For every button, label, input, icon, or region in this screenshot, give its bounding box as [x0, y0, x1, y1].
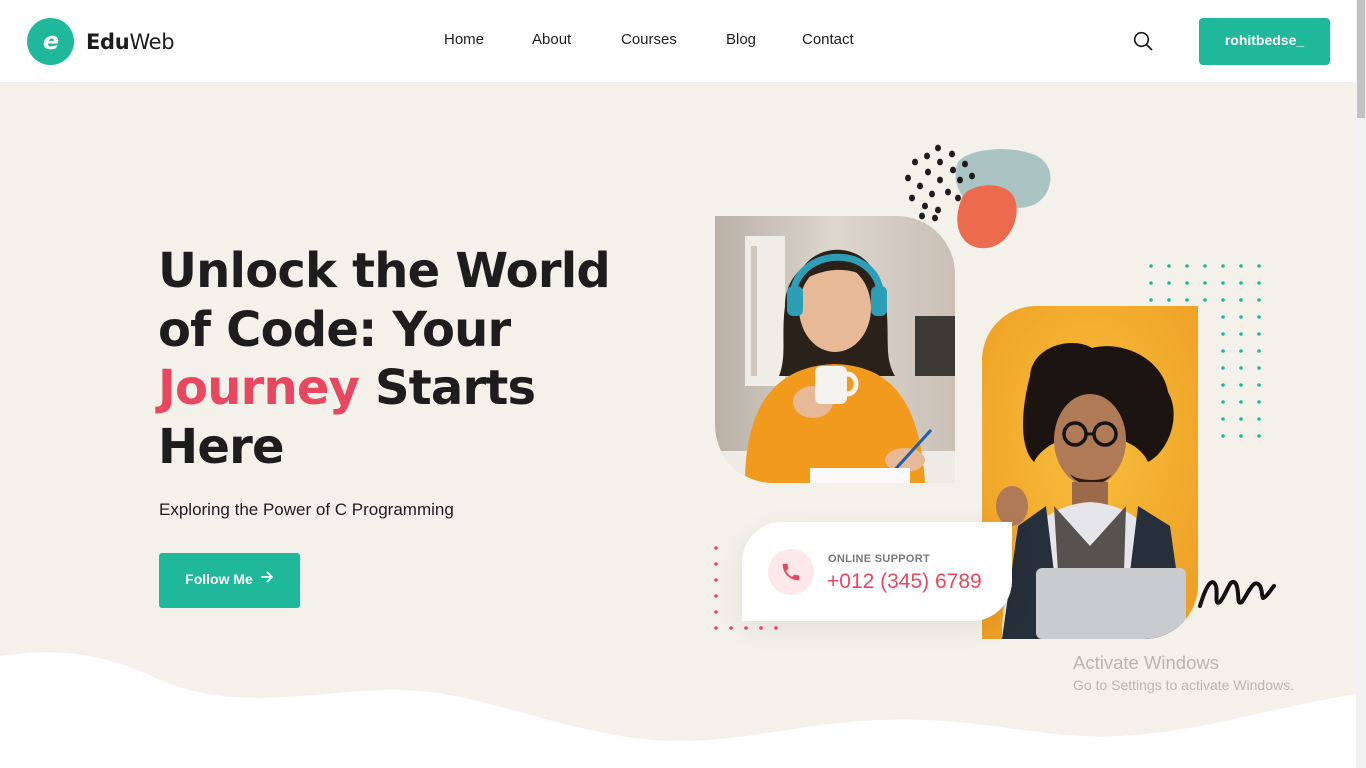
watermark-title: Activate Windows: [1073, 652, 1219, 673]
woman-with-headphones-photo: [715, 216, 955, 483]
nav-blog[interactable]: Blog: [726, 31, 756, 48]
watermark-subtitle: Go to Settings to activate Windows.: [1073, 677, 1294, 693]
nav-home[interactable]: Home: [444, 31, 484, 48]
phone-icon: [768, 549, 814, 595]
brand-logo[interactable]: e EduWeb: [27, 18, 175, 65]
follow-me-label: Follow Me: [185, 570, 253, 587]
online-support-card[interactable]: ONLINE SUPPORT +012 (345) 6789: [742, 522, 1012, 621]
nav-contact[interactable]: Contact: [802, 31, 854, 48]
squiggle-decoration: [1198, 580, 1276, 608]
online-support-label: ONLINE SUPPORT: [828, 553, 930, 565]
nav-courses[interactable]: Courses: [621, 31, 677, 48]
site-header: e EduWeb Home About Courses Blog Contact…: [0, 0, 1356, 82]
svg-text:e: e: [42, 27, 58, 55]
letter-e-logo-icon: e: [27, 18, 74, 65]
windows-activation-watermark: Activate Windows Go to Settings to activ…: [1073, 652, 1294, 693]
arrow-right-icon: [260, 570, 274, 587]
search-icon[interactable]: [1132, 30, 1154, 52]
brand-name: EduWeb: [86, 29, 175, 54]
follow-me-button[interactable]: Follow Me: [159, 553, 300, 608]
nav-about[interactable]: About: [532, 31, 571, 48]
hero-subtitle: Exploring the Power of C Programming: [159, 500, 454, 519]
hero-title: Unlock the World of Code: Your Journey S…: [158, 243, 611, 475]
man-with-glasses-photo: [982, 306, 1198, 639]
user-account-button[interactable]: rohitbedse_: [1199, 18, 1330, 65]
hero-title-accent: Journey: [158, 360, 360, 416]
page-scrollbar[interactable]: [1356, 0, 1366, 768]
support-phone-number[interactable]: +012 (345) 6789: [827, 570, 982, 594]
scrollbar-thumb[interactable]: [1357, 0, 1365, 118]
